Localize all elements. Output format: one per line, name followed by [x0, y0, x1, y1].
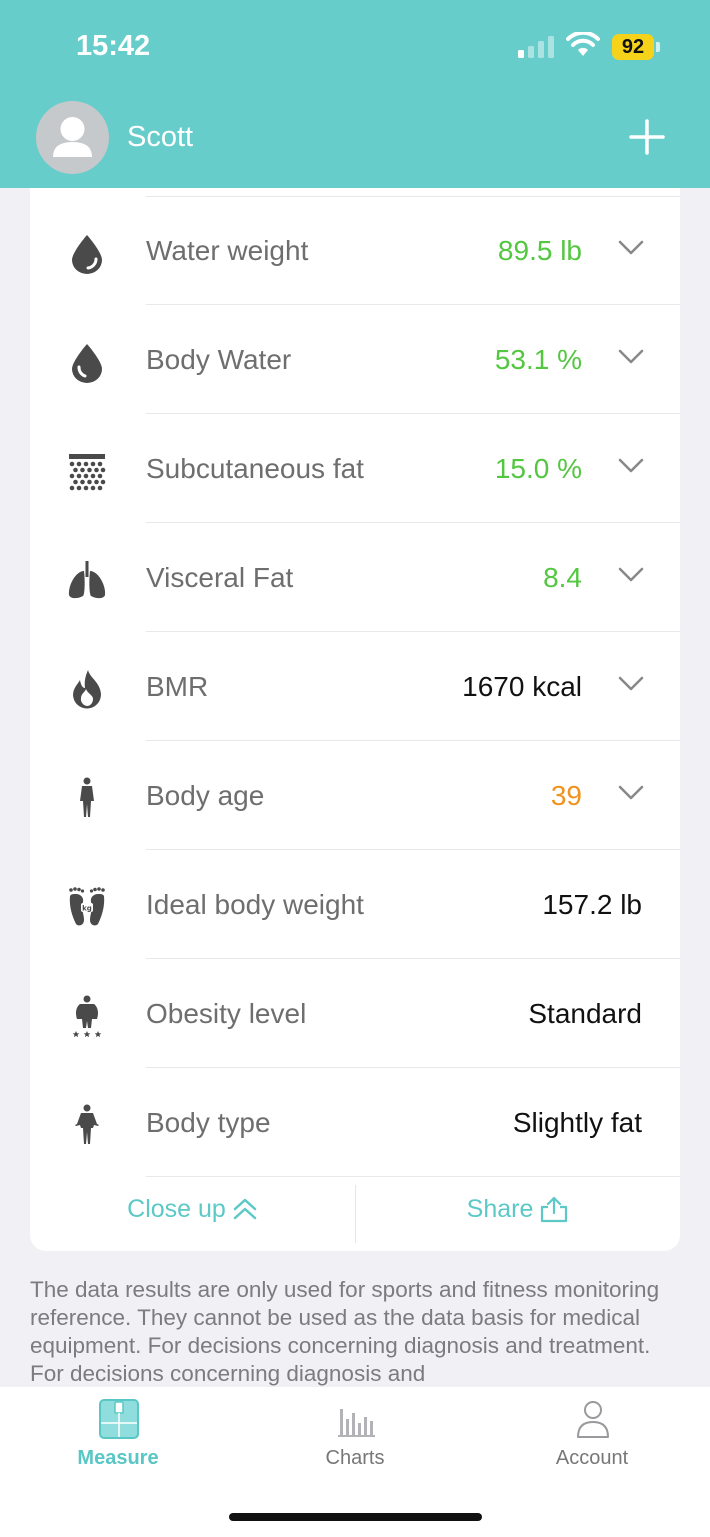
metric-row-body-age[interactable]: Body age 39: [30, 741, 680, 850]
metric-value: Slightly fat: [512, 1106, 642, 1138]
metric-label: Water weight: [146, 234, 309, 266]
chevron-down-icon[interactable]: [618, 457, 644, 475]
metric-label: BMR: [146, 670, 209, 702]
metric-row-body-type: Body type Slightly fat: [30, 1068, 680, 1177]
flame-icon: [73, 670, 102, 709]
tab-account[interactable]: Account: [474, 1387, 710, 1487]
metric-label: Obesity level: [146, 997, 307, 1029]
double-chevron-up-icon: [233, 1198, 257, 1220]
tab-label: Account: [555, 1447, 629, 1469]
tab-label: Charts: [325, 1447, 385, 1469]
body-metrics-card: Water weight 89.5 lb Body Water 53.1 % S…: [30, 188, 680, 1251]
metric-label: Subcutaneous fat: [146, 452, 364, 484]
metric-label: Body Water: [146, 343, 292, 375]
divider: [146, 1176, 680, 1177]
lungs-icon: [68, 561, 106, 599]
metric-row-obesity-level: Obesity level Standard: [30, 959, 680, 1068]
svg-text:kg: kg: [82, 905, 92, 913]
metric-row-visceral-fat[interactable]: Visceral Fat 8.4: [30, 523, 680, 632]
battery-indicator: 92: [612, 34, 654, 60]
metric-row-bmr[interactable]: BMR 1670 kcal: [30, 632, 680, 741]
tab-measure[interactable]: Measure: [0, 1387, 236, 1487]
metric-value: 8.4: [543, 561, 582, 593]
avatar[interactable]: [36, 101, 109, 174]
subcutaneous-fat-icon: [69, 454, 106, 491]
user-silhouette-icon: [53, 117, 92, 157]
user-name[interactable]: Scott: [127, 121, 193, 154]
tab-label: Measure: [77, 1447, 159, 1469]
chevron-down-icon[interactable]: [618, 784, 644, 802]
metric-value: 15.0 %: [494, 452, 582, 484]
metric-value: 53.1 %: [494, 343, 582, 375]
metric-label: Body type: [146, 1106, 271, 1138]
feet-kg-icon: kg: [69, 887, 105, 926]
status-time: 15:42: [76, 30, 151, 62]
water-drop-icon: [72, 235, 102, 274]
close-up-button[interactable]: Close up: [30, 1179, 355, 1239]
scale-icon: [99, 1399, 139, 1439]
metric-row-subcutaneous-fat[interactable]: Subcutaneous fat 15.0 %: [30, 414, 680, 523]
close-up-label: Close up: [127, 1194, 226, 1223]
chevron-down-icon[interactable]: [618, 348, 644, 366]
metric-label: Ideal body weight: [146, 888, 364, 920]
metric-value: 39: [550, 779, 582, 811]
metric-label: Visceral Fat: [146, 561, 294, 593]
metric-value: 89.5 lb: [497, 234, 582, 266]
share-label: Share: [466, 1194, 534, 1223]
add-user-button[interactable]: [628, 118, 666, 156]
obesity-person-icon: [72, 995, 102, 1037]
cellular-signal-icon: [518, 36, 554, 58]
app-header: 15:42 92 Scott: [0, 0, 710, 188]
wifi-icon: [566, 32, 600, 56]
bar-chart-icon: [338, 1409, 375, 1437]
chevron-down-icon[interactable]: [618, 239, 644, 257]
metric-value: Standard: [528, 997, 642, 1029]
share-button[interactable]: Share: [356, 1179, 680, 1239]
share-icon: [541, 1196, 568, 1223]
home-indicator: [229, 1513, 482, 1521]
metric-label: Body age: [146, 779, 265, 811]
chevron-down-icon[interactable]: [618, 675, 644, 693]
disclaimer-text: The data results are only used for sport…: [30, 1277, 660, 1386]
metric-row-ideal-body-weight: kg Ideal body weight 157.2 lb: [30, 850, 680, 959]
battery-tip: [656, 42, 660, 52]
water-drop-icon: [72, 344, 102, 383]
person-outline-icon: [577, 1401, 609, 1438]
tab-charts[interactable]: Charts: [237, 1387, 473, 1487]
card-actions: Close up Share: [30, 1179, 680, 1251]
metric-row-water-weight[interactable]: Water weight 89.5 lb: [30, 196, 680, 305]
chevron-down-icon[interactable]: [618, 566, 644, 584]
person-icon: [80, 777, 94, 817]
metric-value: 1670 kcal: [462, 670, 582, 702]
body-type-icon: [75, 1104, 99, 1144]
metric-row-body-water[interactable]: Body Water 53.1 %: [30, 305, 680, 414]
metric-value: 157.2 lb: [542, 888, 642, 920]
bottom-tab-bar: Measure Charts Account: [0, 1387, 710, 1537]
